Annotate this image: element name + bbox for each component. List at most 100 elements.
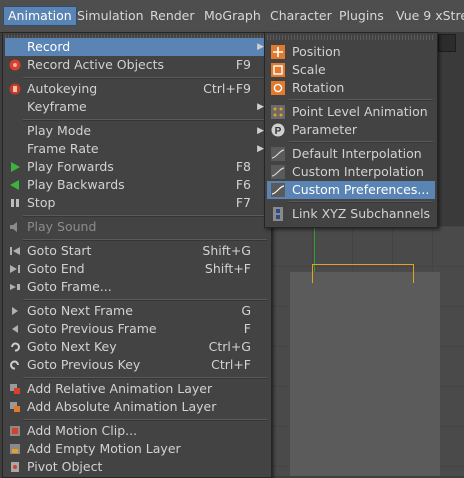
menu-item-label: Link XYZ Subchannels bbox=[292, 206, 431, 221]
menu-item-play-mode[interactable]: Play Mode ▶ bbox=[5, 122, 269, 140]
menu-item-label: Goto Next Key bbox=[27, 339, 117, 354]
menu-item-add-motion-clip[interactable]: Add Motion Clip... bbox=[5, 422, 269, 440]
menu-item-goto-end[interactable]: Goto End Shift+F bbox=[5, 260, 269, 278]
menu-render[interactable]: Render bbox=[146, 7, 199, 25]
next-key-icon bbox=[9, 341, 21, 353]
menu-item-label: Goto Next Frame bbox=[27, 303, 133, 318]
menu-item-goto-next-key[interactable]: Goto Next Key Ctrl+G bbox=[5, 338, 269, 356]
submenu-arrow-icon: ▶ bbox=[257, 42, 264, 52]
submenu-item-rotation[interactable]: Rotation bbox=[267, 79, 435, 97]
shortcut-label: F9 bbox=[235, 57, 251, 72]
menu-mograph[interactable]: MoGraph bbox=[200, 7, 265, 25]
menu-item-label: Point Level Animation bbox=[292, 104, 428, 119]
speaker-icon bbox=[9, 221, 21, 233]
menu-separator bbox=[23, 215, 267, 217]
submenu-item-link-xyz-subchannels[interactable]: Link XYZ Subchannels bbox=[267, 205, 435, 223]
menu-item-goto-previous-key[interactable]: Goto Previous Key Ctrl+F bbox=[5, 356, 269, 374]
menu-item-play-sound[interactable]: Play Sound bbox=[5, 218, 269, 236]
menu-item-record-active-objects[interactable]: Record Active Objects F9 bbox=[5, 56, 269, 74]
submenu-item-point-level-animation[interactable]: Point Level Animation bbox=[267, 103, 435, 121]
submenu-item-default-interpolation[interactable]: Default Interpolation bbox=[267, 145, 435, 163]
parameter-icon: P bbox=[271, 123, 285, 137]
menu-vue-xstream[interactable]: Vue 9 xStrea bbox=[392, 7, 464, 25]
menu-item-keyframe[interactable]: Keyframe ▶ bbox=[5, 98, 269, 116]
preferences-icon bbox=[271, 183, 285, 197]
menu-item-label: Goto End bbox=[27, 261, 85, 276]
menu-character[interactable]: Character bbox=[266, 7, 336, 25]
scale-icon bbox=[271, 63, 285, 77]
menu-item-label: Custom Preferences... bbox=[292, 182, 430, 197]
shortcut-label: Ctrl+F bbox=[211, 357, 251, 372]
menu-separator bbox=[23, 377, 267, 379]
menu-item-play-backwards[interactable]: Play Backwards F6 bbox=[5, 176, 269, 194]
shortcut-label: F7 bbox=[235, 195, 251, 210]
cube-object[interactable] bbox=[290, 272, 440, 476]
menu-item-play-forwards[interactable]: Play Forwards F8 bbox=[5, 158, 269, 176]
previous-key-icon bbox=[9, 359, 21, 371]
menu-item-label: Record bbox=[27, 39, 71, 54]
menu-item-autokeying[interactable]: Autokeying Ctrl+F9 bbox=[5, 80, 269, 98]
menu-item-goto-previous-frame[interactable]: Goto Previous Frame F bbox=[5, 320, 269, 338]
shortcut-label: Ctrl+F9 bbox=[203, 81, 251, 96]
goto-frame-icon bbox=[9, 281, 21, 293]
menu-item-label: Record Active Objects bbox=[27, 57, 165, 72]
menu-separator bbox=[23, 77, 267, 79]
menu-item-label: Stop bbox=[27, 195, 56, 210]
menubar: Animation Simulation Render MoGraph Char… bbox=[0, 0, 464, 33]
submenu-item-parameter[interactable]: P Parameter bbox=[267, 121, 435, 139]
menu-item-record[interactable]: Record ▶ bbox=[5, 38, 269, 56]
submenu-item-position[interactable]: Position bbox=[267, 43, 435, 61]
menu-separator bbox=[23, 119, 267, 121]
goto-start-icon bbox=[9, 245, 21, 257]
menu-item-goto-start[interactable]: Goto Start Shift+G bbox=[5, 242, 269, 260]
menu-separator bbox=[23, 299, 267, 301]
menu-plugins[interactable]: Plugins bbox=[335, 7, 388, 25]
menu-item-stop[interactable]: Stop F7 bbox=[5, 194, 269, 212]
toolbar-button[interactable] bbox=[438, 34, 456, 52]
relative-layer-icon bbox=[9, 383, 21, 395]
motion-layer-icon bbox=[9, 443, 21, 455]
menu-separator bbox=[23, 419, 267, 421]
menu-item-frame-rate[interactable]: Frame Rate ▶ bbox=[5, 140, 269, 158]
submenu-arrow-icon: ▶ bbox=[257, 126, 264, 136]
menu-separator bbox=[289, 141, 433, 143]
menu-item-goto-frame[interactable]: Goto Frame... bbox=[5, 278, 269, 296]
submenu-item-custom-preferences[interactable]: Custom Preferences... bbox=[267, 181, 435, 199]
menu-animation[interactable]: Animation bbox=[3, 6, 77, 26]
record-icon bbox=[9, 59, 21, 71]
record-submenu: Position Scale Rotation Point Level Anim… bbox=[264, 32, 438, 228]
menu-item-goto-next-frame[interactable]: Goto Next Frame G bbox=[5, 302, 269, 320]
menu-item-label: Goto Start bbox=[27, 243, 92, 258]
menu-item-add-relative-animation-layer[interactable]: Add Relative Animation Layer bbox=[5, 380, 269, 398]
menu-item-label: Rotation bbox=[292, 80, 345, 95]
pivot-icon bbox=[9, 461, 21, 473]
menu-item-label: Play Backwards bbox=[27, 177, 125, 192]
rotation-icon bbox=[271, 81, 285, 95]
interpolation-icon bbox=[271, 165, 285, 179]
menu-item-label: Parameter bbox=[292, 122, 358, 137]
menu-item-label: Play Forwards bbox=[27, 159, 114, 174]
menu-item-label: Custom Interpolation bbox=[292, 164, 424, 179]
submenu-item-scale[interactable]: Scale bbox=[267, 61, 435, 79]
viewport[interactable] bbox=[272, 226, 464, 476]
menu-item-label: Goto Previous Key bbox=[27, 357, 141, 372]
menu-item-label: Add Motion Clip... bbox=[27, 423, 138, 438]
menu-separator bbox=[289, 99, 433, 101]
point-level-icon bbox=[271, 105, 285, 119]
menu-simulation[interactable]: Simulation bbox=[73, 7, 148, 25]
menu-separator bbox=[289, 201, 433, 203]
menu-item-label: Position bbox=[292, 44, 341, 59]
goto-end-icon bbox=[9, 263, 21, 275]
menu-item-label: Pivot Object bbox=[27, 459, 103, 474]
menu-tearoff-grip[interactable] bbox=[267, 35, 435, 40]
menu-item-add-empty-motion-layer[interactable]: Add Empty Motion Layer bbox=[5, 440, 269, 458]
menu-item-add-absolute-animation-layer[interactable]: Add Absolute Animation Layer bbox=[5, 398, 269, 416]
menu-item-pivot-object[interactable]: Pivot Object bbox=[5, 458, 269, 476]
interpolation-icon bbox=[271, 147, 285, 161]
submenu-arrow-icon: ▶ bbox=[257, 102, 264, 112]
menu-item-label: Play Sound bbox=[27, 219, 97, 234]
menu-item-label: Add Empty Motion Layer bbox=[27, 441, 181, 456]
menu-item-label: Autokeying bbox=[27, 81, 98, 96]
menu-item-label: Scale bbox=[292, 62, 326, 77]
submenu-item-custom-interpolation[interactable]: Custom Interpolation bbox=[267, 163, 435, 181]
